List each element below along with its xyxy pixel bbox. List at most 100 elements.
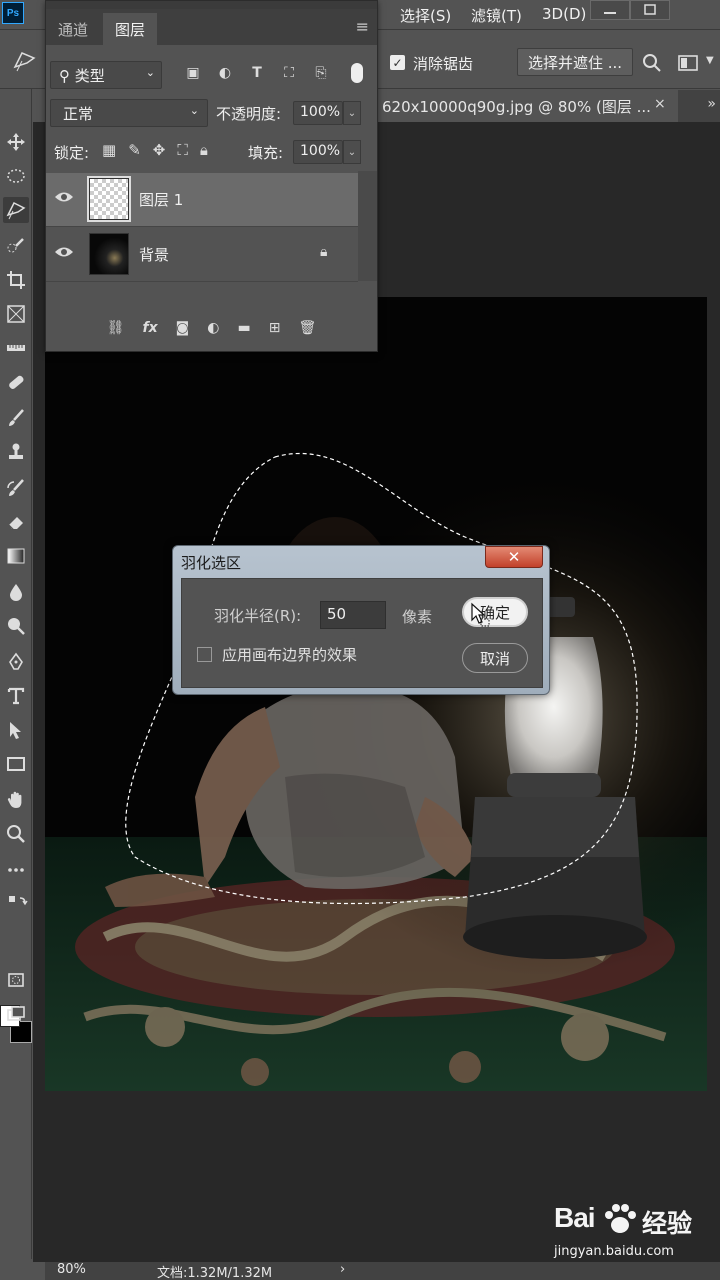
filter-toggle[interactable] (351, 63, 363, 83)
lock-position-icon[interactable]: ✥ (153, 141, 166, 159)
layers-panel-footer: ⛓ fx ◙ ◐ ▬ ⊞ 🗑︎ (46, 311, 377, 345)
history-brush-icon (7, 479, 24, 496)
watermark-logo: Bai (554, 1202, 596, 1233)
trash-icon[interactable]: 🗑︎ (298, 320, 316, 336)
type-tool[interactable] (3, 683, 29, 709)
zoom-level[interactable]: 80% (57, 1262, 86, 1277)
dialog-close-button[interactable]: ✕ (485, 546, 543, 568)
antialias-checkbox[interactable]: ✓ (390, 55, 405, 70)
history-brush-tool[interactable] (3, 475, 29, 501)
frame-tool[interactable] (3, 301, 29, 327)
bandage-icon (9, 375, 24, 389)
swap-colors-icon (9, 896, 28, 906)
search-icon: ⚲ (59, 67, 70, 85)
tools-panel (0, 89, 32, 1259)
menu-select[interactable]: 选择(S) (400, 5, 451, 26)
link-icon[interactable]: ⛓ (107, 320, 125, 336)
hand-icon (7, 791, 22, 808)
menu-filter[interactable]: 滤镜(T) (471, 5, 522, 26)
move-tool[interactable] (3, 129, 29, 155)
lock-image-icon[interactable]: ✎ (128, 141, 141, 159)
swap-colors-button[interactable] (3, 891, 33, 917)
brush-tool[interactable] (3, 405, 29, 431)
lock-artboard-icon[interactable]: ⛶ (177, 141, 188, 159)
quick-selection-icon (7, 238, 24, 253)
cancel-button[interactable]: 取消 (462, 643, 528, 673)
blend-mode-value: 正常 (63, 105, 94, 123)
eraser-icon (8, 517, 23, 531)
screen-mode-button[interactable] (3, 1001, 29, 1027)
hand-tool[interactable] (3, 787, 29, 813)
gradient-tool[interactable] (3, 543, 29, 569)
canvas-edge-label[interactable]: 应用画布边界的效果 (222, 644, 357, 665)
folder-icon[interactable]: ▬ (237, 320, 250, 336)
pen-icon (9, 652, 23, 670)
polygonal-lasso-icon[interactable] (12, 49, 38, 73)
fill-field[interactable]: 100% (293, 140, 343, 164)
layer-name[interactable]: 图层 1 (139, 189, 183, 210)
adjustment-icon[interactable]: ◐ (207, 320, 219, 336)
panel-menu-icon[interactable]: ≡ (356, 17, 369, 36)
opacity-field[interactable]: 100% (293, 101, 343, 125)
eraser-tool[interactable] (3, 509, 29, 535)
layer-row-layer1[interactable]: 图层 1 (46, 173, 358, 227)
layer-filter-icons: ▣ ◐ T ⛶ ⎘ (184, 63, 330, 83)
pen-tool[interactable] (3, 649, 29, 675)
shape-filter-icon[interactable]: ⛶ (280, 63, 298, 83)
blur-tool[interactable] (3, 579, 29, 605)
more-tabs-icon[interactable]: » (707, 96, 716, 112)
minimize-button[interactable] (590, 0, 630, 20)
canvas-edge-checkbox[interactable] (197, 647, 212, 662)
lasso-tool[interactable] (3, 197, 29, 223)
type-filter-icon[interactable]: T (248, 63, 266, 83)
quick-mask-button[interactable] (3, 967, 29, 993)
smart-object-filter-icon[interactable]: ⎘ (312, 63, 330, 83)
pixel-layer-filter-icon[interactable]: ▣ (184, 63, 202, 83)
rectangle-tool[interactable] (3, 751, 29, 777)
close-icon: ✕ (507, 548, 521, 566)
select-and-mask-button[interactable]: 选择并遮住 ... (517, 48, 634, 76)
layer-row-background[interactable]: 背景 🔒︎ (46, 228, 358, 282)
new-layer-icon[interactable]: ⊞ (269, 320, 281, 336)
layer-filter-value: 类型 (74, 67, 105, 85)
healing-brush-tool[interactable] (3, 369, 29, 395)
layer-filter-select[interactable]: ⚲ 类型 ⌄ (50, 61, 162, 89)
menu-3d[interactable]: 3D(D) (542, 5, 586, 23)
fx-icon[interactable]: fx (143, 320, 158, 336)
opacity-dropdown-icon[interactable]: ⌄ (343, 101, 361, 125)
lock-all-icon[interactable]: 🔒︎ (200, 141, 208, 159)
maximize-button[interactable] (630, 0, 670, 20)
visibility-eye-icon[interactable] (54, 190, 76, 210)
quick-selection-tool[interactable] (3, 233, 29, 259)
lock-transparent-icon[interactable]: ▦ (102, 141, 116, 159)
tab-layers[interactable]: 图层 (103, 13, 158, 45)
ruler-tool[interactable] (3, 335, 29, 361)
chevron-down-icon: ⌄ (145, 66, 155, 79)
path-selection-tool[interactable] (3, 717, 29, 743)
edit-toolbar-button[interactable] (3, 857, 29, 883)
workspace-layout-icon[interactable] (678, 53, 700, 73)
mask-icon[interactable]: ◙ (176, 320, 190, 336)
rectangle-icon (7, 757, 25, 771)
blend-mode-select[interactable]: 正常 ⌄ (50, 99, 208, 127)
document-tab[interactable]: 620x10000q90g.jpg @ 80% (图层 ... (378, 90, 678, 122)
layer-name[interactable]: 背景 (139, 244, 169, 265)
visibility-eye-icon[interactable] (54, 245, 76, 265)
dodge-tool[interactable] (3, 613, 29, 639)
panel-scrollbar[interactable] (358, 171, 377, 281)
search-icon[interactable] (642, 53, 662, 73)
tab-close-icon[interactable]: × (654, 96, 666, 112)
unit-label: 像素 (402, 608, 433, 626)
status-menu-arrow[interactable]: › (340, 1262, 345, 1277)
crop-tool[interactable] (3, 267, 29, 293)
quick-mask-icon (8, 973, 24, 987)
tab-channels[interactable]: 通道 (46, 13, 100, 45)
workspace-dropdown-icon[interactable]: ▼ (706, 55, 714, 66)
clone-stamp-tool[interactable] (3, 439, 29, 465)
adjustment-filter-icon[interactable]: ◐ (216, 63, 234, 83)
panel-title-strip[interactable] (46, 1, 377, 9)
fill-dropdown-icon[interactable]: ⌄ (343, 140, 361, 164)
feather-radius-input[interactable]: 50 (320, 601, 386, 629)
zoom-tool[interactable] (3, 821, 29, 847)
marquee-tool[interactable] (3, 163, 29, 189)
